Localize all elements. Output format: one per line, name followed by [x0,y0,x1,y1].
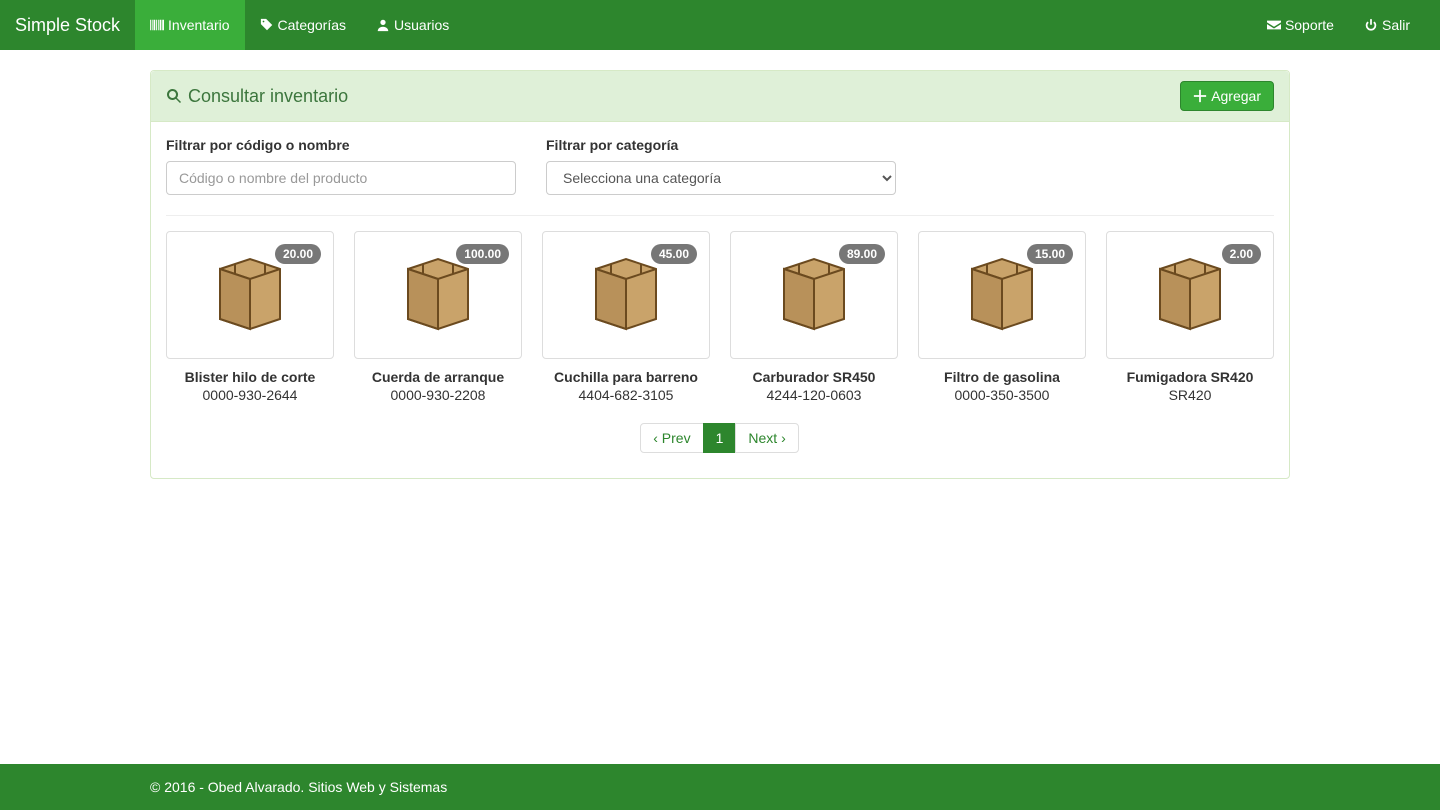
product-code: 0000-930-2644 [166,387,334,403]
divider [166,215,1274,216]
product-name: Fumigadora SR420 [1106,369,1274,385]
product-thumbnail[interactable]: 2.00 [1106,231,1274,359]
product-card[interactable]: 15.00 Filtro de gasolina 0000-350-3500 [918,231,1086,403]
nav-categorias[interactable]: Categorías [245,0,361,50]
footer-text: © 2016 - Obed Alvarado. Sitios Web y Sis… [135,779,1305,795]
product-code: 4404-682-3105 [542,387,710,403]
panel-heading: Consultar inventario Agregar [151,71,1289,122]
plus-icon [1193,89,1207,103]
product-code: 4244-120-0603 [730,387,898,403]
product-code: 0000-350-3500 [918,387,1086,403]
filter-category-select[interactable]: Selecciona una categoría [546,161,896,195]
product-name: Carburador SR450 [730,369,898,385]
product-card[interactable]: 20.00 Blister hilo de corte 0000-930-264… [166,231,334,403]
add-button[interactable]: Agregar [1180,81,1274,111]
inventory-panel: Consultar inventario Agregar Filtrar por… [150,70,1290,479]
search-icon [166,88,182,104]
nav-salir[interactable]: Salir [1349,0,1425,50]
nav-usuarios[interactable]: Usuarios [361,0,464,50]
quantity-badge: 89.00 [839,244,885,264]
filter-code-input[interactable] [166,161,516,195]
envelope-icon [1267,18,1281,32]
nav-soporte[interactable]: Soporte [1252,0,1349,50]
product-card[interactable]: 89.00 Carburador SR450 4244-120-0603 [730,231,898,403]
product-card[interactable]: 2.00 Fumigadora SR420 SR420 [1106,231,1274,403]
product-name: Cuchilla para barreno [542,369,710,385]
footer: © 2016 - Obed Alvarado. Sitios Web y Sis… [0,764,1440,810]
product-thumbnail[interactable]: 89.00 [730,231,898,359]
quantity-badge: 100.00 [456,244,509,264]
product-thumbnail[interactable]: 20.00 [166,231,334,359]
quantity-badge: 15.00 [1027,244,1073,264]
product-code: 0000-930-2208 [354,387,522,403]
filter-code-label: Filtrar por código o nombre [166,137,516,153]
products-row: 20.00 Blister hilo de corte 0000-930-264… [166,231,1274,403]
product-name: Blister hilo de corte [166,369,334,385]
pagination-prev[interactable]: ‹ Prev [640,423,703,453]
product-code: SR420 [1106,387,1274,403]
brand-logo[interactable]: Simple Stock [15,15,135,36]
nav-item-label: Salir [1382,17,1410,33]
tags-icon [260,18,274,32]
product-thumbnail[interactable]: 100.00 [354,231,522,359]
nav-left: Inventario Categorías Usuarios [135,0,464,50]
user-icon [376,18,390,32]
nav-right: Soporte Salir [1252,0,1425,50]
nav-item-label: Soporte [1285,17,1334,33]
barcode-icon [150,18,164,32]
product-thumbnail[interactable]: 15.00 [918,231,1086,359]
power-icon [1364,18,1378,32]
filter-category-label: Filtrar por categoría [546,137,896,153]
product-name: Cuerda de arranque [354,369,522,385]
product-thumbnail[interactable]: 45.00 [542,231,710,359]
nav-item-label: Usuarios [394,17,449,33]
product-card[interactable]: 100.00 Cuerda de arranque 0000-930-2208 [354,231,522,403]
product-card[interactable]: 45.00 Cuchilla para barreno 4404-682-310… [542,231,710,403]
nav-item-label: Categorías [278,17,346,33]
nav-item-label: Inventario [168,17,229,33]
nav-inventario[interactable]: Inventario [135,0,244,50]
pagination: ‹ Prev 1 Next › [166,423,1274,453]
navbar: Simple Stock Inventario Categorías Usuar… [0,0,1440,50]
page-title: Consultar inventario [166,86,348,107]
quantity-badge: 2.00 [1222,244,1261,264]
quantity-badge: 45.00 [651,244,697,264]
pagination-next[interactable]: Next › [735,423,798,453]
pagination-current[interactable]: 1 [703,423,737,453]
product-name: Filtro de gasolina [918,369,1086,385]
quantity-badge: 20.00 [275,244,321,264]
